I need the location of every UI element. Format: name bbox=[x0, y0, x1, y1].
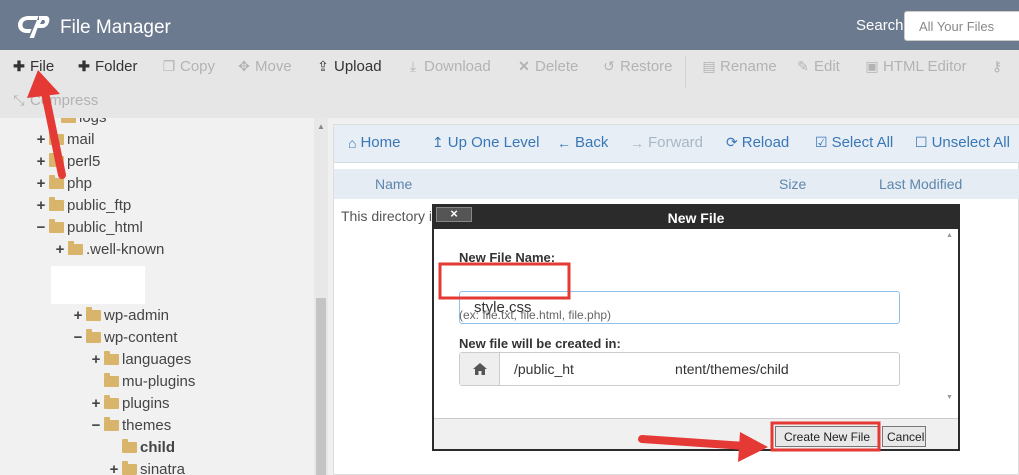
red-arrow-toolbar bbox=[27, 70, 66, 179]
red-arrow-create bbox=[638, 432, 768, 462]
highlight-box-create bbox=[770, 421, 881, 452]
annotation-overlay bbox=[27, 70, 881, 462]
highlight-box-filename bbox=[438, 262, 571, 300]
